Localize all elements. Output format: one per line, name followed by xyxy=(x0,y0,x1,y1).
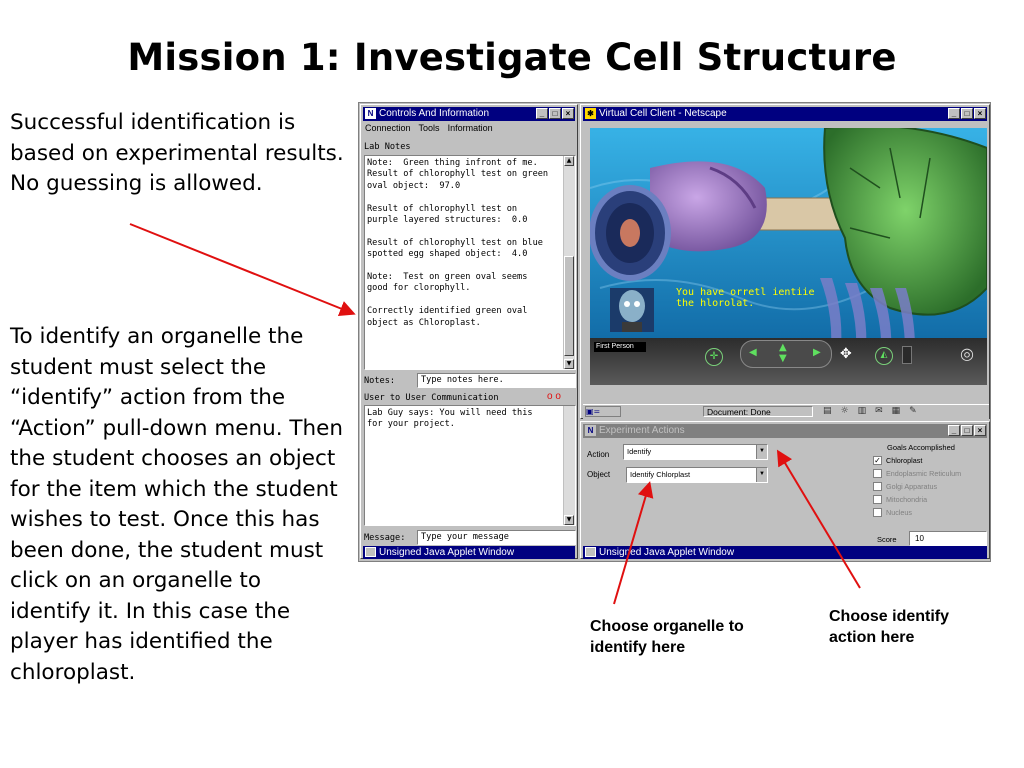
arrow-to-lab-notes xyxy=(129,223,356,316)
action-caption: Choose identify action here xyxy=(829,608,950,646)
object-caption: Choose organelle to identify here xyxy=(590,618,744,656)
annotation-arrows xyxy=(129,223,861,605)
arrow-to-action-select xyxy=(776,449,861,589)
arrow-to-object-select xyxy=(613,481,654,605)
